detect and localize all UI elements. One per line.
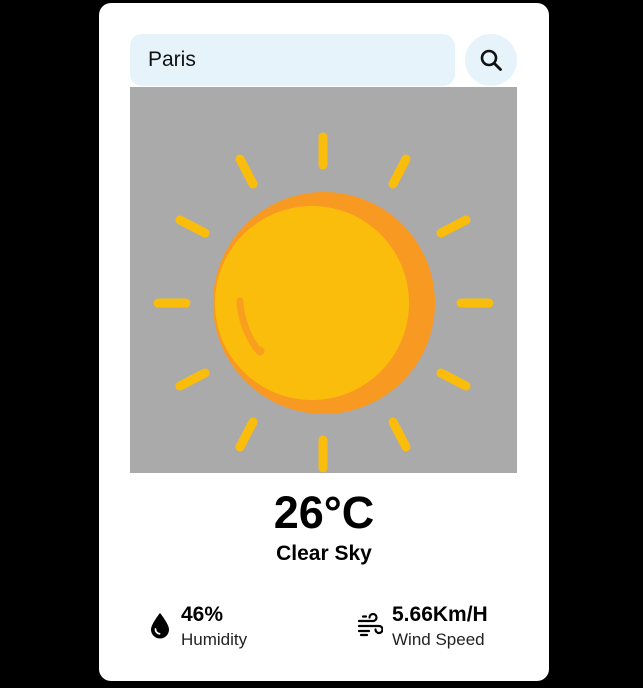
humidity-stat: 46% Humidity — [149, 603, 289, 653]
temperature-value: 26°C — [273, 487, 375, 538]
wind-speed-value: 5.66Km/H — [392, 603, 488, 626]
weather-condition: Clear Sky — [276, 542, 372, 565]
search-bar — [130, 34, 517, 88]
weather-image — [130, 87, 517, 473]
weather-card: 26°C Clear Sky 46% Humidity 5.66Km/H — [99, 3, 549, 681]
search-button[interactable] — [465, 34, 517, 86]
sun-icon — [153, 132, 494, 473]
humidity-label: Humidity — [181, 630, 248, 649]
wind-icon — [357, 612, 384, 642]
humidity-value: 46% — [181, 603, 224, 626]
search-icon — [480, 49, 502, 71]
wind-stat: 5.66Km/H Wind Speed — [357, 603, 517, 653]
wind-speed-label: Wind Speed — [392, 630, 485, 649]
city-search-input[interactable] — [130, 34, 455, 86]
water-drop-icon — [149, 611, 171, 644]
